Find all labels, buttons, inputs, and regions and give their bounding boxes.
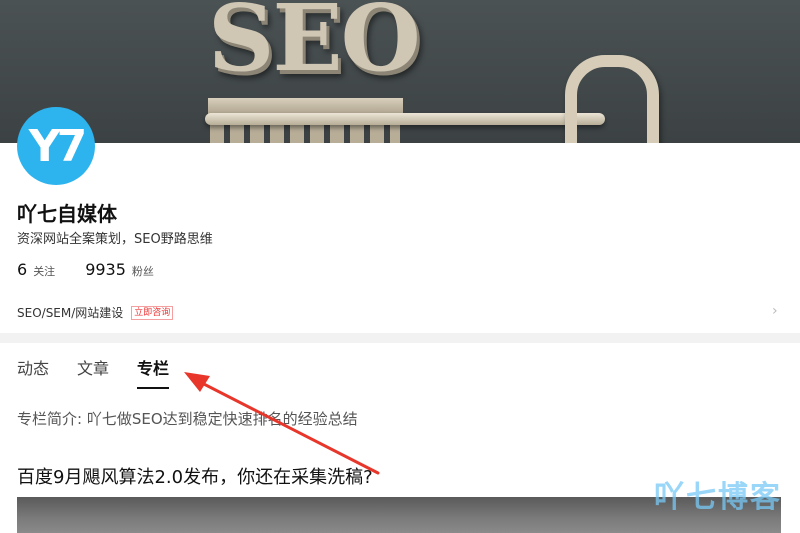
watermark: 吖七博客 <box>654 480 782 515</box>
key-shaft <box>205 113 605 125</box>
column-intro: 专栏简介: 吖七做SEO达到稳定快速排名的经验总结 <box>17 410 358 428</box>
tab-dynamics[interactable]: 动态 <box>17 355 49 389</box>
banner-seo-text: SEO <box>208 0 421 92</box>
following-label[interactable]: 关注 <box>33 263 55 279</box>
profile-stats: 6 关注 9935 粉丝 <box>17 260 154 279</box>
avatar[interactable]: Y7 <box>17 107 95 185</box>
profile-tabs: 动态 文章 专栏 <box>17 355 197 389</box>
following-count[interactable]: 6 <box>17 260 27 279</box>
tab-articles[interactable]: 文章 <box>77 355 109 389</box>
section-divider <box>0 333 800 343</box>
key-teeth <box>210 125 400 143</box>
profile-name: 吖七自媒体 <box>17 202 117 226</box>
category-label: SEO/SEM/网站建设 <box>17 306 124 320</box>
profile-bio: 资深网站全案策划，SEO野路思维 <box>17 232 213 247</box>
followers-count[interactable]: 9935 <box>85 260 126 279</box>
followers-label[interactable]: 粉丝 <box>132 263 154 279</box>
profile-banner: SEO <box>0 0 800 143</box>
key-ring <box>565 55 659 143</box>
chevron-right-icon[interactable]: › <box>772 303 778 319</box>
tab-column[interactable]: 专栏 <box>137 355 170 389</box>
article-title[interactable]: 百度9月飓风算法2.0发布，你还在采集洗稿? <box>17 463 373 489</box>
category-row[interactable]: SEO/SEM/网站建设 立即咨询 <box>17 304 174 321</box>
consult-badge[interactable]: 立即咨询 <box>131 305 174 320</box>
